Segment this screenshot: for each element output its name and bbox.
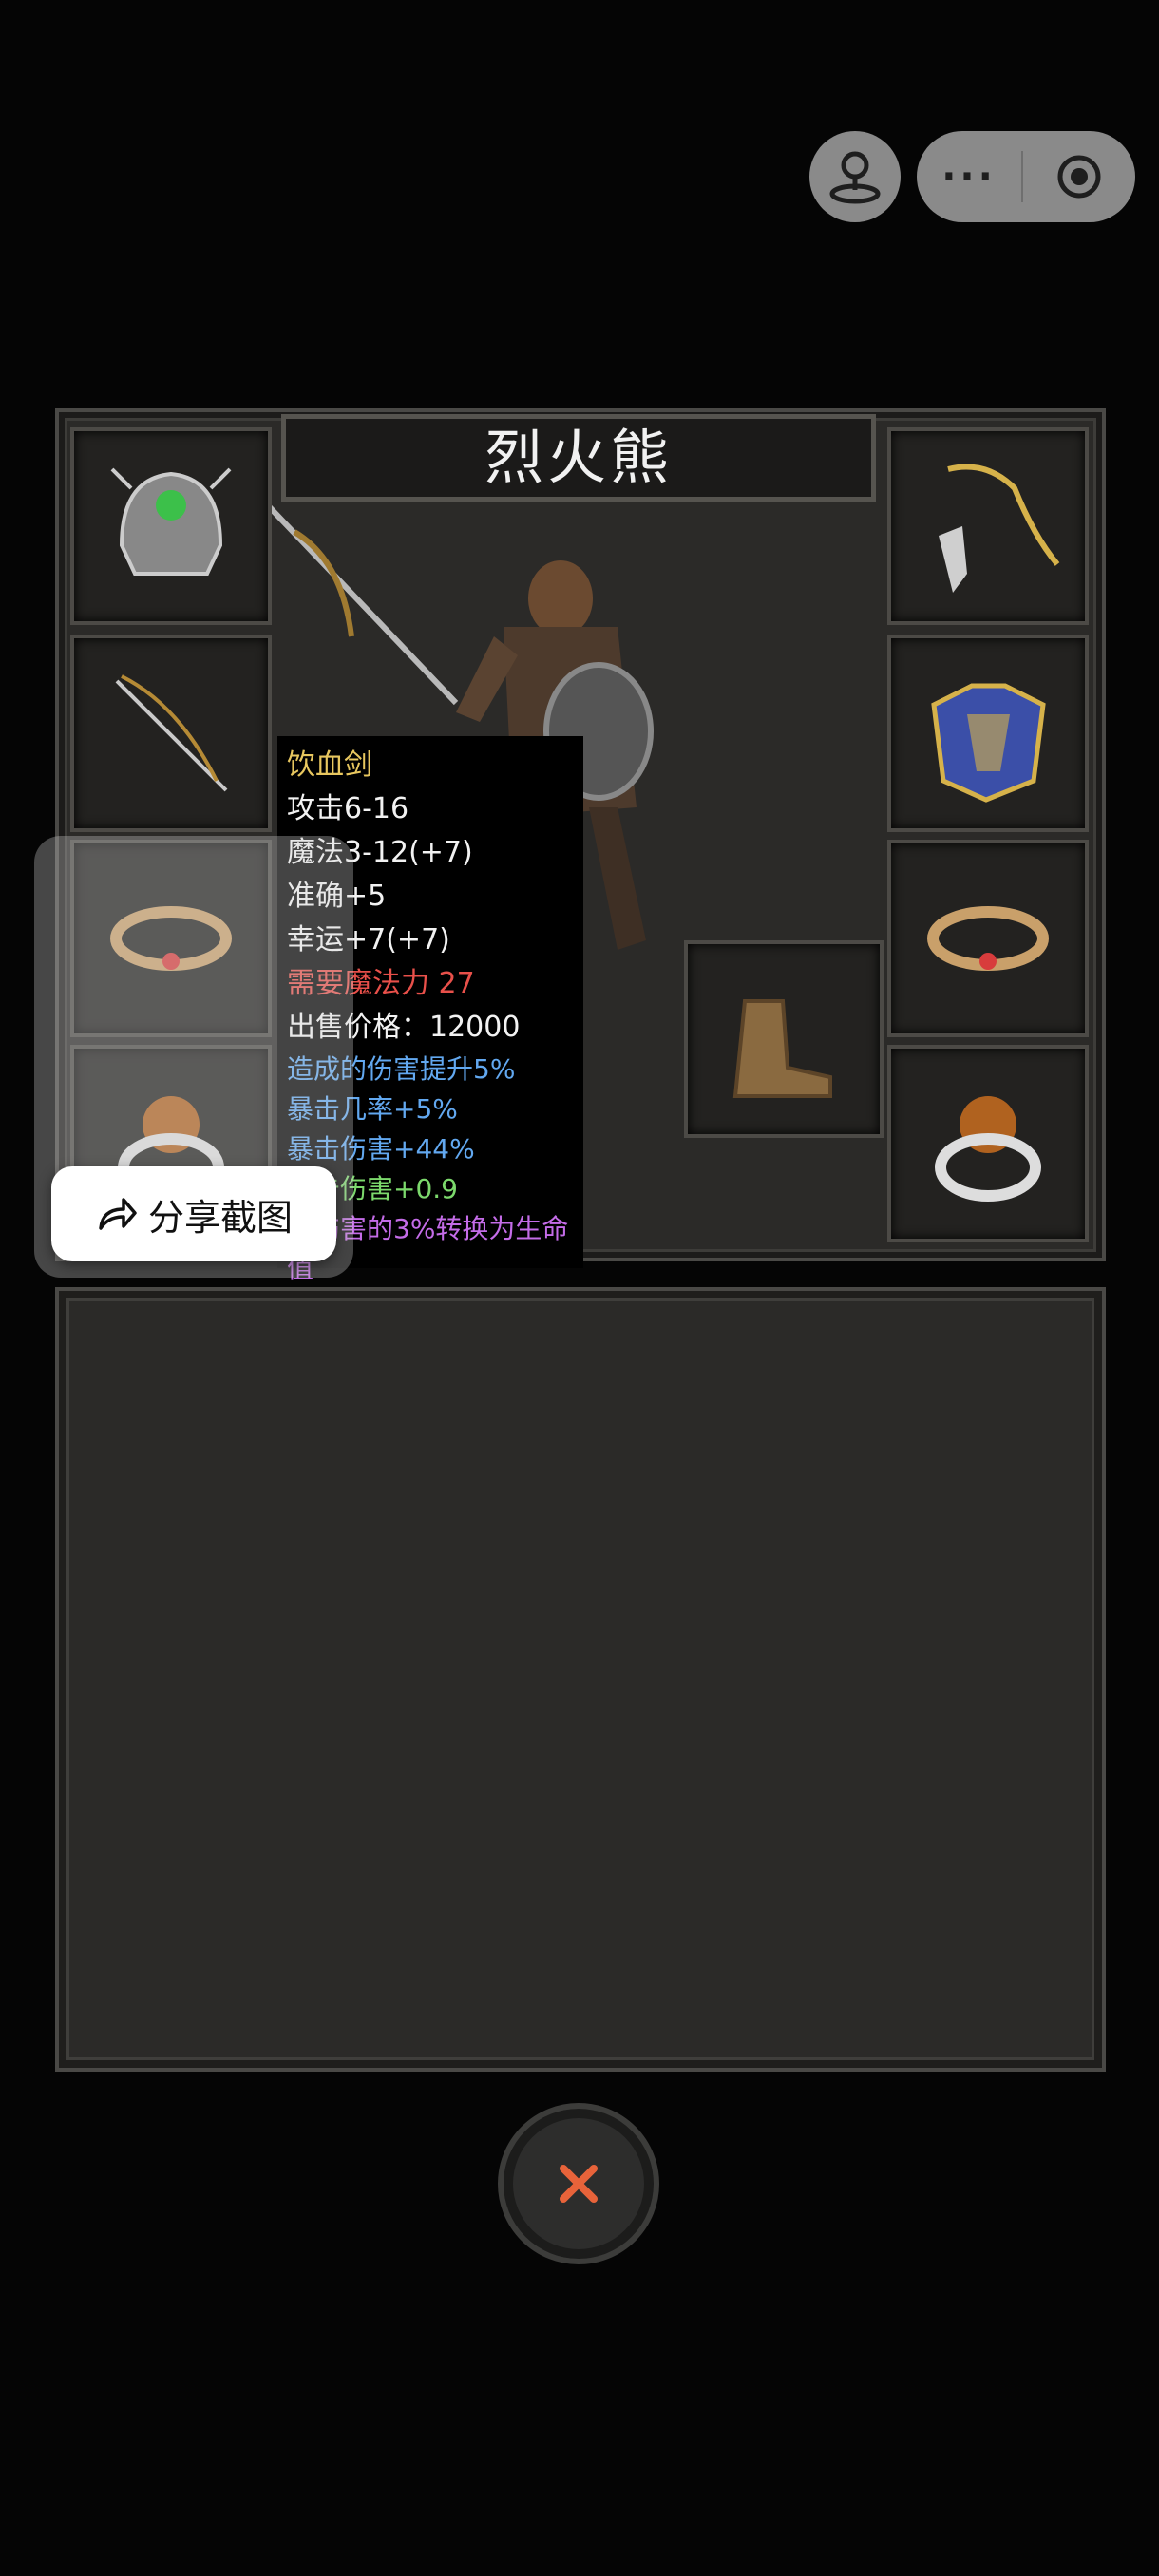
boots-icon	[732, 999, 832, 1098]
record-icon	[1057, 155, 1101, 199]
share-arrow-icon	[99, 1198, 137, 1230]
slot-ring-right-2[interactable]	[887, 1045, 1089, 1242]
more-icon[interactable]: ···	[917, 131, 1021, 222]
inventory-panel	[55, 1287, 1106, 2072]
armor-icon	[931, 683, 1046, 803]
share-screenshot-button[interactable]: 分享截图	[51, 1166, 336, 1261]
stat-attack: 攻击6-16	[287, 792, 409, 825]
sword-icon	[115, 674, 228, 792]
necklace-icon	[939, 464, 1060, 593]
record-button[interactable]	[1023, 150, 1135, 203]
ring-icon	[927, 906, 1049, 971]
game-center-button[interactable]	[809, 131, 901, 222]
close-icon	[560, 2165, 598, 2203]
item-name: 饮血剑	[287, 748, 372, 782]
pearl-ring-icon	[935, 1096, 1041, 1202]
slot-necklace[interactable]	[887, 427, 1089, 625]
slot-armor[interactable]	[887, 635, 1089, 832]
helmet-icon	[110, 467, 232, 576]
share-label: 分享截图	[147, 1196, 293, 1239]
slot-weapon[interactable]	[70, 635, 272, 832]
joystick-icon	[829, 151, 881, 204]
slot-boots[interactable]	[684, 940, 884, 1138]
slot-ring-right-1[interactable]	[887, 840, 1089, 1037]
capsule-menu: ···	[917, 131, 1135, 222]
monster-title: 烈火熊	[281, 414, 876, 502]
slot-helmet[interactable]	[70, 427, 272, 625]
close-button[interactable]	[498, 2103, 659, 2264]
